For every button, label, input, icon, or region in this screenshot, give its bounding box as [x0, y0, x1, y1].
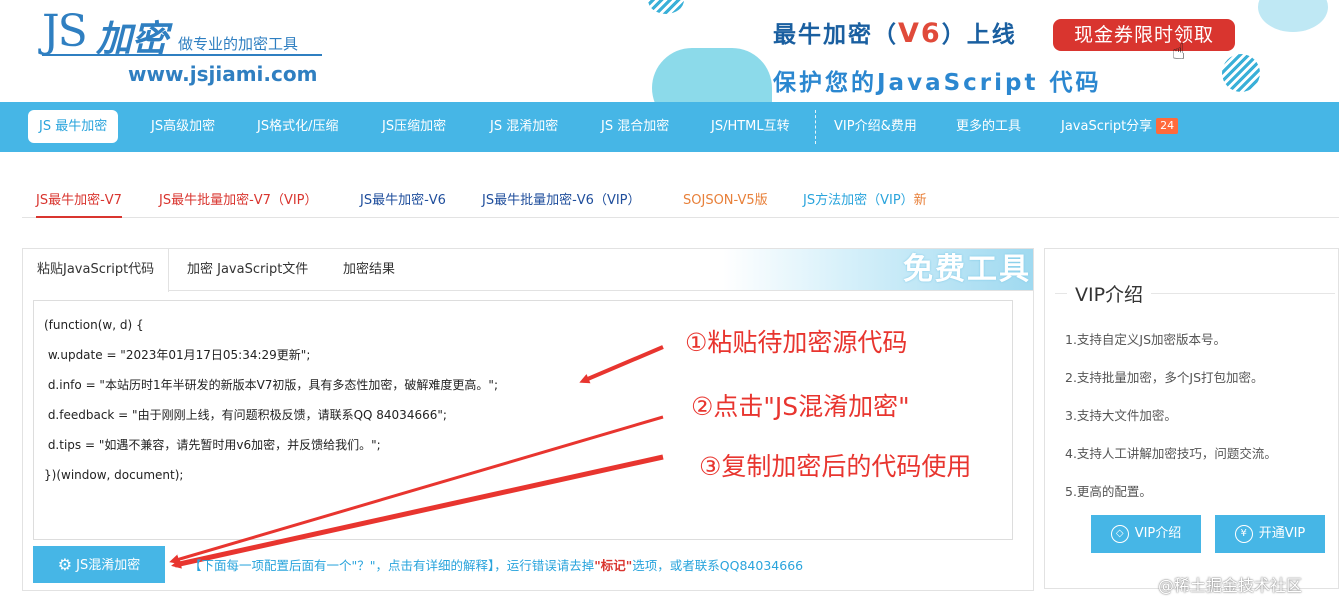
nav-item-js-format[interactable]: JS格式化/压缩 — [246, 110, 349, 143]
logo-divider — [42, 54, 322, 56]
version-tabs: JS最牛加密-V7 JS最牛批量加密-V7（VIP） JS最牛加密-V6 JS最… — [22, 180, 1339, 218]
vip-intro-label: VIP介绍 — [1134, 526, 1182, 541]
vip-feature-item: 4.支持人工讲解加密技巧，问题交流。 — [1065, 446, 1277, 461]
yen-icon: ¥ — [1234, 525, 1253, 543]
banner-title-pre: 最牛加密（ — [773, 22, 898, 48]
decor-circle — [1258, 0, 1328, 32]
subtab-sojson-v5[interactable]: SOJSON-V5版 — [683, 189, 768, 208]
pointer-hand-icon: ☝ — [1172, 40, 1186, 65]
share-count-badge: 24 — [1156, 118, 1179, 134]
vip-intro-button[interactable]: ◇ VIP介绍 — [1091, 515, 1201, 553]
vip-feature-item: 1.支持自定义JS加密版本号。 — [1065, 332, 1227, 347]
hint-post: 选项，或者联系QQ84034666 — [632, 558, 804, 573]
nav-item-js-share[interactable]: JavaScript分享 24 — [1050, 110, 1189, 143]
decor-circle — [1222, 54, 1260, 92]
logo-slogan: 做专业的加密工具 — [178, 35, 299, 53]
coupon-button[interactable]: 现金券限时领取 — [1053, 19, 1235, 51]
open-vip-button[interactable]: ¥ 开通VIP — [1215, 515, 1325, 553]
vip-feature-item: 2.支持批量加密，多个JS打包加密。 — [1065, 370, 1264, 385]
gear-icon: ⚙ — [57, 555, 73, 574]
nav-item-js-strongest[interactable]: JS 最牛加密 — [28, 110, 119, 143]
obfuscate-button[interactable]: ⚙ JS混淆加密 — [33, 546, 165, 583]
vip-feature-item: 3.支持大文件加密。 — [1065, 408, 1177, 423]
nav-item-js-compress[interactable]: JS压缩加密 — [371, 110, 457, 143]
panel-tabs: 粘贴JavaScript代码 加密 JavaScript文件 加密结果 免费工具 — [23, 249, 1033, 292]
banner-title[interactable]: 最牛加密（V6）上线 — [773, 15, 1017, 49]
nav-item-more-tools[interactable]: 更多的工具 — [945, 110, 1032, 143]
nav-item-js-advanced[interactable]: JS高级加密 — [140, 110, 226, 143]
nav-item-vip[interactable]: VIP介绍&费用 — [823, 110, 928, 143]
subtab-method-encrypt-label: JS方法加密（VIP） — [803, 193, 914, 208]
subtab-v6[interactable]: JS最牛加密-V6 — [360, 189, 446, 208]
nav-item-js-obfuscate[interactable]: JS 混淆加密 — [479, 110, 569, 143]
nav-divider — [815, 110, 816, 144]
subtab-method-encrypt[interactable]: JS方法加密（VIP）新 — [803, 189, 927, 208]
tab-paste-code[interactable]: 粘贴JavaScript代码 — [23, 249, 170, 292]
site-header: JS 加密 做专业的加密工具 www.jsjiami.com 最牛加密（V6）上… — [0, 0, 1339, 102]
hint-pre: 【下面每一项配置后面有一个"？"，点击有详细的解释】，运行错误请去掉 — [189, 558, 595, 573]
diamond-icon: ◇ — [1110, 525, 1129, 543]
hint-mark: "标记" — [594, 558, 633, 573]
config-hint: 【下面每一项配置后面有一个"？"，点击有详细的解释】，运行错误请去掉"标记"选项… — [189, 555, 803, 574]
logo-js[interactable]: JS — [42, 6, 88, 57]
open-vip-label: 开通VIP — [1258, 526, 1306, 541]
annotation-step-2: ②点击"JS混淆加密" — [691, 392, 910, 421]
encrypt-panel: 粘贴JavaScript代码 加密 JavaScript文件 加密结果 免费工具… — [22, 248, 1034, 591]
nav-item-js-hybrid[interactable]: JS 混合加密 — [590, 110, 680, 143]
annotation-step-3: ③复制加密后的代码使用 — [699, 452, 972, 481]
banner-subtitle[interactable]: 保护您的JavaScript 代码 — [773, 63, 1101, 97]
tab-encrypt-file[interactable]: 加密 JavaScript文件 — [173, 249, 322, 291]
nav-item-js-share-label: JavaScript分享 — [1061, 119, 1153, 134]
subtab-v7-batch[interactable]: JS最牛批量加密-V7（VIP） — [159, 189, 318, 208]
decor-circle — [648, 0, 684, 14]
tab-encrypt-result[interactable]: 加密结果 — [329, 249, 409, 291]
banner-title-post: ）上线 — [941, 22, 1017, 48]
decor-blob — [652, 48, 772, 102]
new-badge: 新 — [913, 193, 927, 208]
subtab-v7[interactable]: JS最牛加密-V7 — [36, 189, 122, 218]
logo-url[interactable]: www.jsjiami.com — [128, 62, 317, 86]
subtab-v6-batch[interactable]: JS最牛批量加密-V6（VIP） — [482, 189, 641, 208]
annotation-step-1: ①粘贴待加密源代码 — [685, 328, 908, 357]
free-tool-banner: 免费工具 — [723, 249, 1033, 290]
main-nav: JS 最牛加密 JS高级加密 JS格式化/压缩 JS压缩加密 JS 混淆加密 J… — [0, 102, 1339, 152]
free-tool-text: 免费工具 — [903, 252, 1031, 287]
vip-feature-item: 5.更高的配置。 — [1065, 484, 1152, 499]
vip-title: VIP介绍 — [1067, 280, 1152, 307]
obfuscate-button-label: JS混淆加密 — [76, 558, 141, 573]
banner-title-version: V6 — [898, 18, 942, 49]
vip-panel: VIP介绍 1.支持自定义JS加密版本号。 2.支持批量加密，多个JS打包加密。… — [1044, 248, 1339, 589]
site-watermark: @稀土掘金技术社区 — [1158, 576, 1303, 595]
nav-item-js-html[interactable]: JS/HTML互转 — [700, 110, 801, 143]
